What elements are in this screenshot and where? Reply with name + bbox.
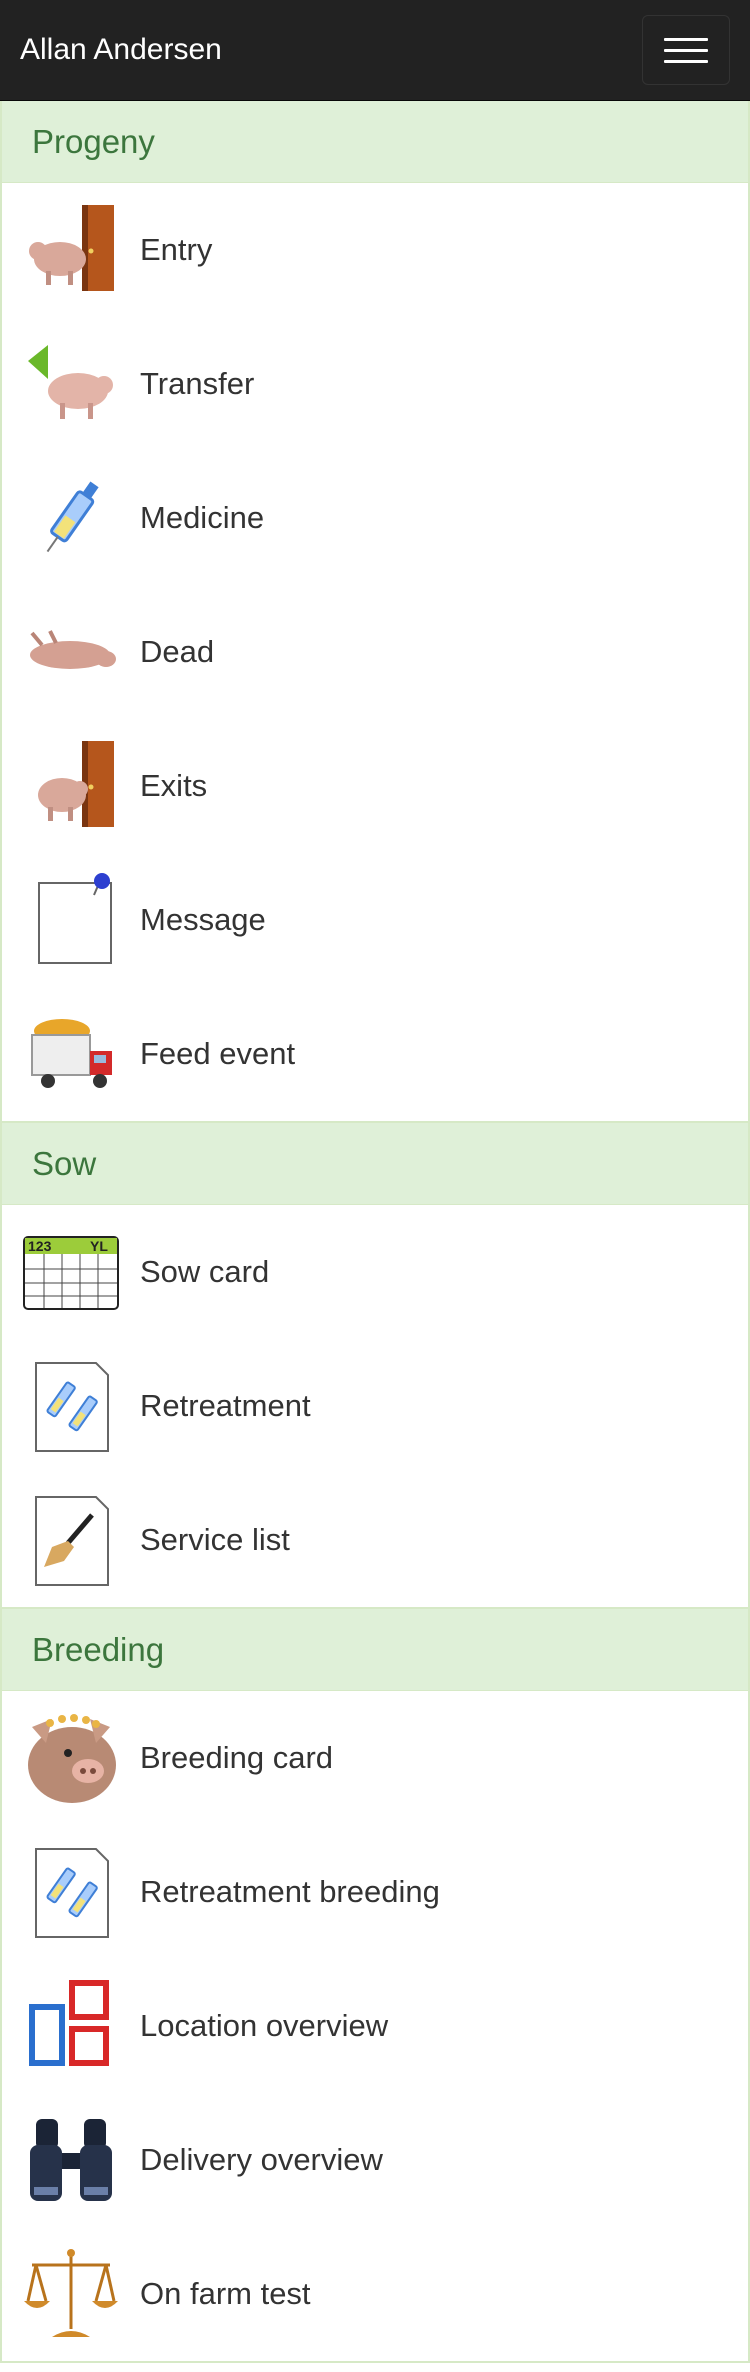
section-heading: Sow: [2, 1123, 748, 1205]
menu-item-dead[interactable]: Dead: [2, 585, 748, 719]
menu-item-retreatment[interactable]: Retreatment: [2, 1339, 748, 1473]
section-sow: Sow 123 YL Sow card Retreatment Service …: [0, 1123, 750, 1609]
dead-pig-icon: [22, 603, 120, 701]
menu-item-feed-event[interactable]: Feed event: [2, 987, 748, 1121]
section-progeny: Progeny Entry Transfer Medicine Dead Exi…: [0, 101, 750, 1123]
menu-item-label: Entry: [140, 232, 213, 267]
menu-item-label: Dead: [140, 634, 215, 669]
pig-door-icon: [22, 737, 120, 835]
menu-item-label: Sow card: [140, 1254, 270, 1289]
menu-item-label: Breeding card: [140, 1740, 334, 1775]
calendar-card-icon: 123 YL: [22, 1223, 120, 1321]
feed-truck-icon: [22, 1005, 120, 1103]
menu-item-exits[interactable]: Exits: [2, 719, 748, 853]
menu-item-service-list[interactable]: Service list: [2, 1473, 748, 1607]
menu-item-retreatment-breeding[interactable]: Retreatment breeding: [2, 1825, 748, 1959]
location-boxes-icon: [22, 1977, 120, 2075]
menu-item-label: Exits: [140, 768, 208, 803]
note-pin-icon: [22, 871, 120, 969]
menu-item-message[interactable]: Message: [2, 853, 748, 987]
menu-item-label: Retreatment breeding: [140, 1874, 440, 1909]
brush-document-icon: [22, 1491, 120, 1589]
pig-door-icon: [22, 201, 120, 299]
menu-item-medicine[interactable]: Medicine: [2, 451, 748, 585]
hamburger-icon: [664, 37, 708, 41]
menu-item-label: On farm test: [140, 2276, 311, 2311]
menu-item-location-overview[interactable]: Location overview: [2, 1959, 748, 2093]
svg-text:YL: YL: [90, 1238, 108, 1254]
menu-item-breeding-card[interactable]: Breeding card: [2, 1691, 748, 1825]
menu-item-entry[interactable]: Entry: [2, 183, 748, 317]
section-heading: Breeding: [2, 1609, 748, 1691]
syringe-icon: [22, 469, 120, 567]
navbar-brand[interactable]: Allan Andersen: [20, 33, 222, 67]
menu-toggle-button[interactable]: [642, 15, 730, 85]
menu-item-label: Message: [140, 902, 266, 937]
menu-item-label: Delivery overview: [140, 2142, 383, 2177]
menu-item-delivery-overview[interactable]: Delivery overview: [2, 2093, 748, 2227]
menu-item-label: Location overview: [140, 2008, 389, 2043]
menu-item-label: Medicine: [140, 500, 265, 535]
scales-icon: [22, 2245, 120, 2343]
svg-text:123: 123: [28, 1238, 52, 1254]
section-breeding: Breeding Breeding card Retreatment breed…: [0, 1609, 750, 2363]
menu-item-sow-card[interactable]: 123 YL Sow card: [2, 1205, 748, 1339]
binoculars-icon: [22, 2111, 120, 2209]
syringes-document-icon: [22, 1357, 120, 1455]
menu-item-label: Service list: [140, 1522, 290, 1557]
menu-item-label: Transfer: [140, 366, 255, 401]
pig-arrow-icon: [22, 335, 120, 433]
menu-item-transfer[interactable]: Transfer: [2, 317, 748, 451]
menu-item-label: Feed event: [140, 1036, 296, 1071]
section-heading: Progeny: [2, 101, 748, 183]
menu-item-on-farm-test[interactable]: On farm test: [2, 2227, 748, 2361]
syringes-document-icon: [22, 1843, 120, 1941]
navbar: Allan Andersen: [0, 0, 750, 101]
pig-face-icon: [22, 1709, 120, 1807]
menu-item-label: Retreatment: [140, 1388, 311, 1423]
